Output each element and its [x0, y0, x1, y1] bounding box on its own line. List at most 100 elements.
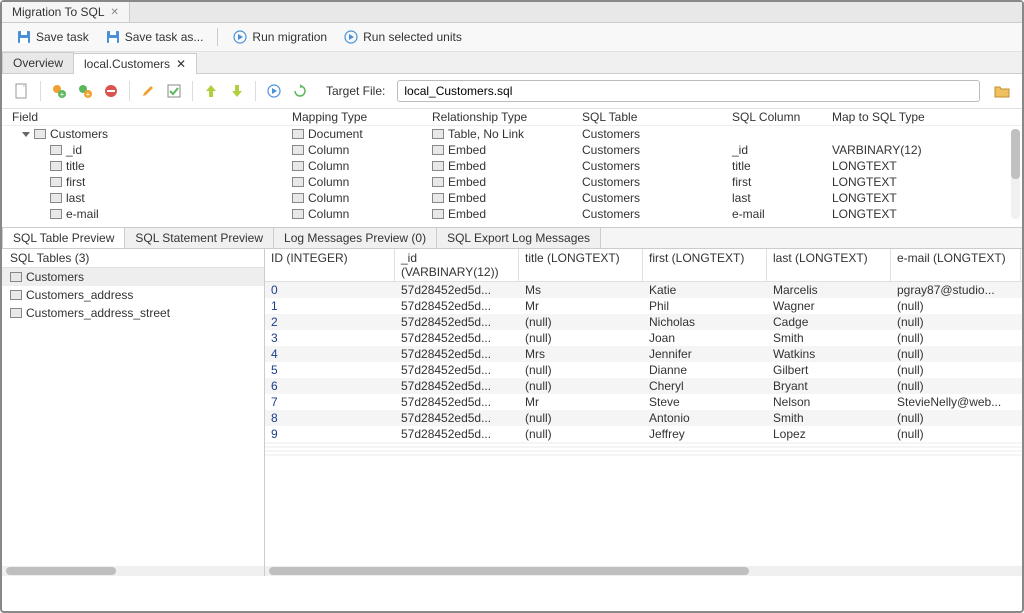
data-cell: 57d28452ed5d... [395, 394, 519, 410]
sql-table-item[interactable]: Customers_address_street [2, 304, 264, 322]
remove-icon[interactable] [101, 81, 121, 101]
data-scrollbar[interactable] [265, 566, 1022, 576]
tab-overview[interactable]: Overview [2, 52, 74, 73]
sql-type-value: LONGTEXT [832, 175, 992, 189]
data-row[interactable]: 357d28452ed5d...(null)JoanSmith(null) [265, 330, 1022, 346]
data-row[interactable] [265, 454, 1022, 456]
run-selected-button[interactable]: Run selected units [337, 27, 468, 47]
field-row[interactable]: titleColumnEmbedCustomerstitleLONGTEXT [2, 158, 1022, 174]
tab-log-messages-preview[interactable]: Log Messages Preview (0) [273, 228, 437, 248]
new-icon[interactable] [12, 81, 32, 101]
play-circle-icon[interactable] [264, 81, 284, 101]
data-row[interactable]: 457d28452ed5d...MrsJenniferWatkins(null) [265, 346, 1022, 362]
save-task-button[interactable]: Save task [10, 27, 95, 47]
data-row[interactable]: 757d28452ed5d...MrSteveNelsonStevieNelly… [265, 394, 1022, 410]
tab-sql-table-preview[interactable]: SQL Table Preview [2, 228, 125, 248]
arrow-up-icon[interactable] [201, 81, 221, 101]
data-cell: 57d28452ed5d... [395, 330, 519, 346]
field-row[interactable]: firstColumnEmbedCustomersfirstLONGTEXT [2, 174, 1022, 190]
target-file-input[interactable] [397, 80, 980, 102]
table-icon [10, 308, 22, 318]
data-column-header[interactable]: _id (VARBINARY(12)) [395, 249, 519, 281]
field-row[interactable]: lastColumnEmbedCustomerslastLONGTEXT [2, 190, 1022, 206]
scrollbar-thumb[interactable] [269, 567, 749, 575]
data-cell: (null) [519, 314, 643, 330]
svg-text:+: + [86, 90, 91, 98]
col-field[interactable]: Field [12, 110, 292, 124]
field-row[interactable]: CustomersDocumentTable, No LinkCustomers [2, 126, 1022, 142]
tab-sql-export-log[interactable]: SQL Export Log Messages [436, 228, 601, 248]
data-row[interactable]: 257d28452ed5d...(null)NicholasCadge(null… [265, 314, 1022, 330]
save-task-as-button[interactable]: Save task as... [99, 27, 210, 47]
chevron-down-icon[interactable] [22, 132, 30, 137]
data-row[interactable]: 557d28452ed5d...(null)DianneGilbert(null… [265, 362, 1022, 378]
save-as-icon [105, 29, 121, 45]
sql-table-name: Customers_address [26, 288, 133, 302]
field-scrollbar[interactable] [1011, 129, 1020, 219]
col-mapping[interactable]: Mapping Type [292, 110, 432, 124]
data-column-header[interactable]: title (LONGTEXT) [519, 249, 643, 281]
mapping-value: Column [308, 143, 349, 157]
data-column-header[interactable]: ID (INTEGER) [265, 249, 395, 281]
col-sql-column[interactable]: SQL Column [732, 110, 832, 124]
data-cell: (null) [891, 346, 1021, 362]
col-sql-table[interactable]: SQL Table [582, 110, 732, 124]
col-map-type[interactable]: Map to SQL Type [832, 110, 992, 124]
add-orange-icon[interactable]: + [75, 81, 95, 101]
data-cell: Marcelis [767, 282, 891, 298]
window-tab-bar: Migration To SQL ✕ [2, 2, 1022, 23]
add-green-icon[interactable]: + [49, 81, 69, 101]
data-cell: 4 [265, 346, 395, 362]
data-cell: (null) [519, 426, 643, 442]
field-name: _id [66, 143, 82, 157]
data-cell [265, 454, 395, 456]
data-row[interactable]: 657d28452ed5d...(null)CherylBryant(null) [265, 378, 1022, 394]
save-task-label: Save task [36, 30, 89, 44]
col-relationship[interactable]: Relationship Type [432, 110, 582, 124]
field-type-icon [50, 145, 62, 155]
data-column-header[interactable]: first (LONGTEXT) [643, 249, 767, 281]
data-row[interactable]: 957d28452ed5d...(null)JeffreyLopez(null) [265, 426, 1022, 442]
relationship-icon [432, 161, 444, 171]
sql-table-item[interactable]: Customers_address [2, 286, 264, 304]
data-cell: 5 [265, 362, 395, 378]
data-column-header[interactable]: e-mail (LONGTEXT) [891, 249, 1021, 281]
data-cell: Lopez [767, 426, 891, 442]
target-file-label: Target File: [326, 84, 385, 98]
data-cell [891, 454, 1021, 456]
field-type-icon [50, 177, 62, 187]
data-cell: Wagner [767, 298, 891, 314]
window-tab[interactable]: Migration To SQL ✕ [2, 2, 130, 22]
relationship-value: Embed [448, 207, 486, 221]
scrollbar-thumb[interactable] [1011, 129, 1020, 179]
data-cell: 3 [265, 330, 395, 346]
edit-icon[interactable] [138, 81, 158, 101]
data-grid: ID (INTEGER)_id (VARBINARY(12))title (LO… [265, 249, 1022, 576]
scrollbar-thumb[interactable] [6, 567, 116, 575]
field-rows: CustomersDocumentTable, No LinkCustomers… [2, 126, 1022, 222]
data-row[interactable]: 857d28452ed5d...(null)AntonioSmith(null) [265, 410, 1022, 426]
play-icon [232, 29, 248, 45]
field-row[interactable]: _idColumnEmbedCustomers_idVARBINARY(12) [2, 142, 1022, 158]
tab-local-customers[interactable]: local.Customers ✕ [73, 53, 197, 74]
close-icon[interactable]: ✕ [176, 57, 186, 71]
tab-sql-statement-preview[interactable]: SQL Statement Preview [124, 228, 274, 248]
data-row[interactable]: 157d28452ed5d...MrPhilWagner(null) [265, 298, 1022, 314]
run-migration-button[interactable]: Run migration [226, 27, 333, 47]
data-row[interactable]: 057d28452ed5d...MsKatieMarcelispgray87@s… [265, 282, 1022, 298]
refresh-icon[interactable] [290, 81, 310, 101]
arrow-down-icon[interactable] [227, 81, 247, 101]
sql-column-value: _id [732, 143, 832, 157]
data-column-header[interactable]: last (LONGTEXT) [767, 249, 891, 281]
data-cell: (null) [891, 314, 1021, 330]
folder-icon[interactable] [992, 81, 1012, 101]
close-icon[interactable]: ✕ [111, 7, 119, 18]
check-icon[interactable] [164, 81, 184, 101]
sql-table-item[interactable]: Customers [2, 268, 264, 286]
data-cell: 2 [265, 314, 395, 330]
tab-label: SQL Statement Preview [135, 231, 263, 245]
data-cell: 7 [265, 394, 395, 410]
field-row[interactable]: e-mailColumnEmbedCustomerse-mailLONGTEXT [2, 206, 1022, 222]
main-toolbar: Save task Save task as... Run migration … [2, 23, 1022, 52]
sql-tables-scrollbar[interactable] [2, 566, 264, 576]
